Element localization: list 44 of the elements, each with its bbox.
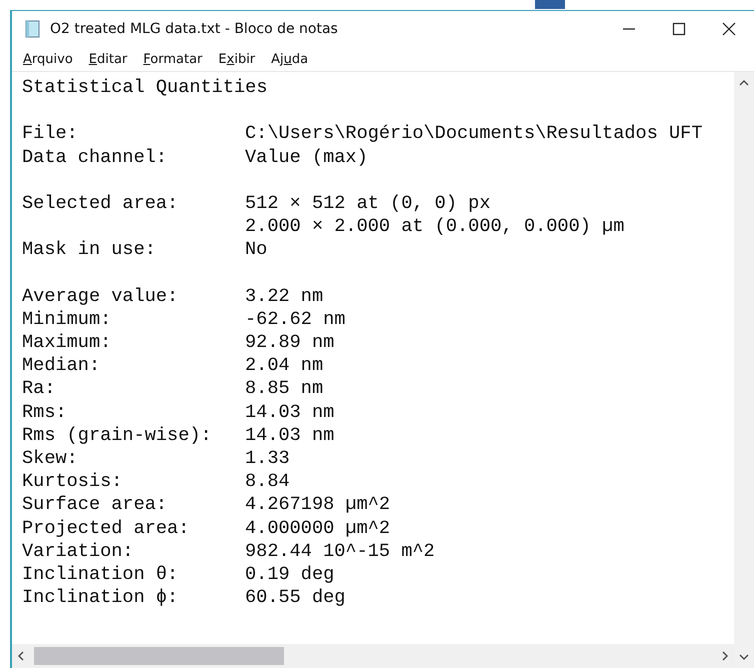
field-label: Kurtosis:: [22, 471, 122, 492]
field-label: Selected area:: [22, 192, 178, 214]
window-title: O2 treated MLG data.txt - Bloco de notas: [50, 21, 339, 37]
field-label: Mask in use:: [22, 239, 156, 260]
field-value: 982.44 10^-15 m^2: [245, 540, 435, 562]
menu-item[interactable]: Exibir: [217, 52, 256, 66]
heading-text: Statistical Quantities: [22, 77, 268, 98]
field-label: Maximum:: [22, 332, 112, 354]
field-value: 512 × 512 at (0, 0) px: [245, 192, 490, 214]
field-label: Projected area:: [22, 518, 190, 539]
field-label: Surface area:: [22, 494, 168, 516]
field-label: Rms:: [22, 402, 67, 423]
field-label: Median:: [22, 355, 100, 376]
field-value: 14.03 nm: [245, 424, 334, 446]
menu-item[interactable]: Ajuda: [270, 52, 310, 66]
field-value: 3.22 nm: [245, 286, 324, 307]
field-label: Inclination θ:: [22, 564, 178, 585]
field-value: 2.04 nm: [245, 355, 324, 376]
field-label: Minimum:: [22, 308, 112, 330]
menu-item[interactable]: Editar: [88, 52, 128, 66]
field-value: 4.000000 µm^2: [245, 518, 390, 539]
field-label: Data channel:: [22, 146, 168, 168]
field-label: Ra:: [22, 378, 56, 400]
field-value: 60.55 deg: [245, 587, 346, 608]
field-value: 2.000 × 2.000 at (0.000, 0.000) µm: [245, 216, 624, 238]
field-label: Rms (grain-wise):: [22, 424, 212, 446]
field-value: 4.267198 µm^2: [245, 494, 390, 516]
field-value: C:\Users\Rogério\Documents\Resultados UFT: [245, 123, 702, 144]
field-label: Variation:: [22, 540, 134, 562]
field-value: 8.84: [245, 471, 290, 492]
field-value: -62.62 nm: [245, 308, 346, 330]
field-label: Skew:: [22, 448, 78, 469]
field-value: No: [245, 239, 268, 260]
field-label: File:: [22, 123, 78, 144]
field-label: Average value:: [22, 286, 178, 307]
field-value: 92.89 nm: [245, 332, 334, 354]
field-value: 1.33: [245, 448, 290, 469]
field-label: Inclination ϕ:: [22, 587, 178, 608]
field-value: Value (max): [245, 146, 368, 168]
field-value: 0.19 deg: [245, 564, 334, 585]
menu-item[interactable]: Formatar: [142, 52, 204, 66]
field-value: 14.03 nm: [245, 402, 334, 423]
menu-item[interactable]: Arquivo: [22, 52, 74, 66]
field-value: 8.85 nm: [245, 378, 324, 400]
